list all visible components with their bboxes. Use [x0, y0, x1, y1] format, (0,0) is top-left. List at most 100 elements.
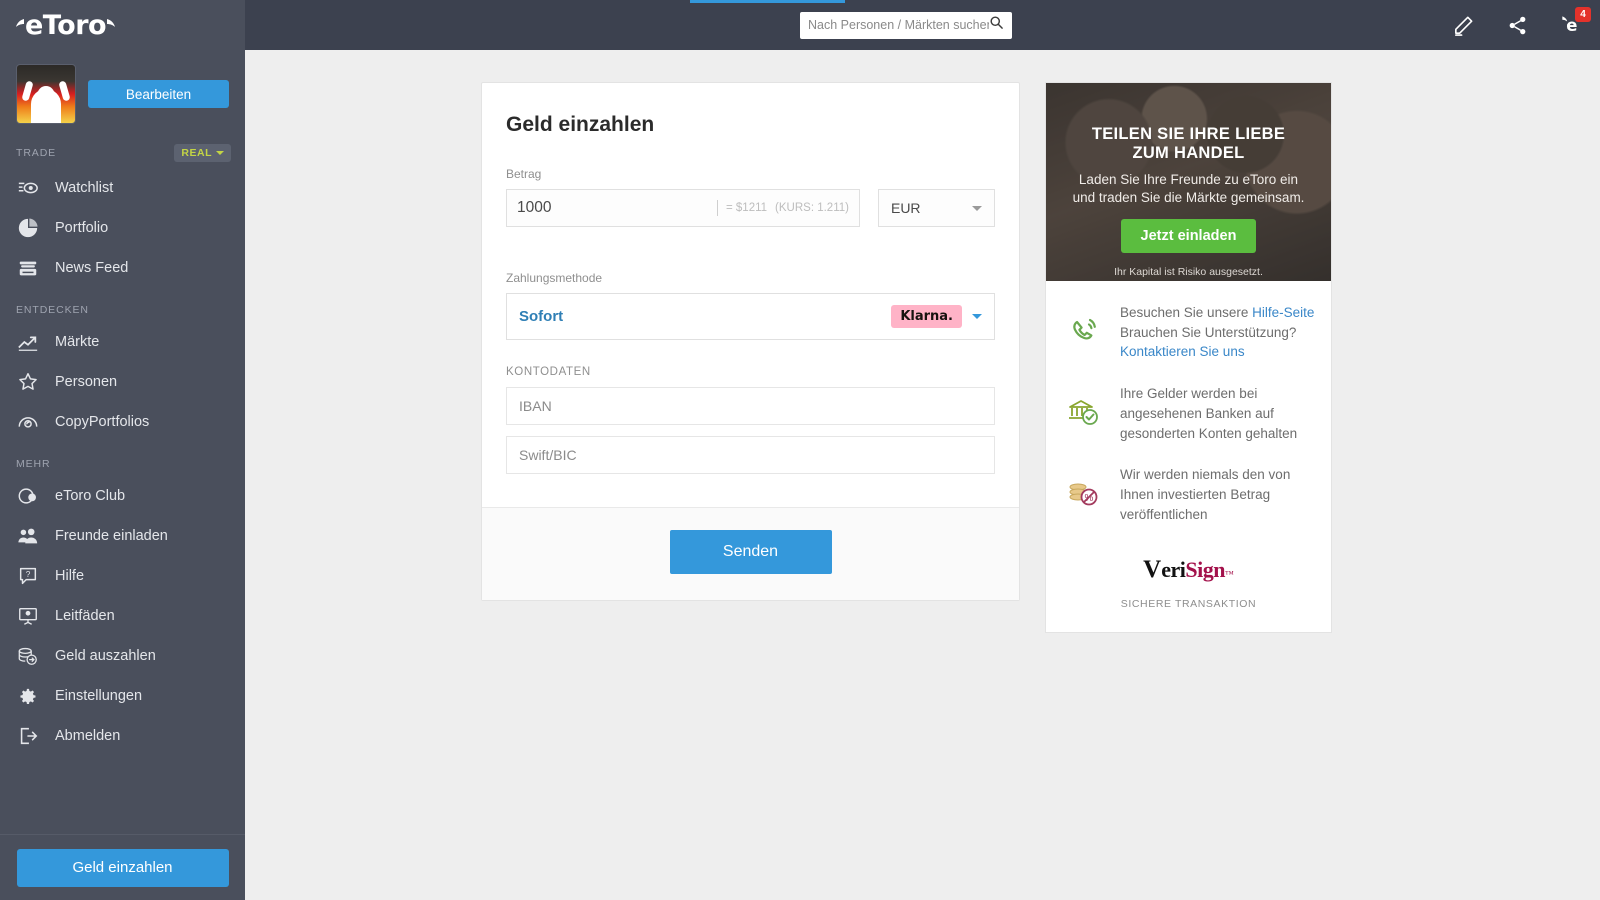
- sidebar-item-settings[interactable]: Einstellungen: [0, 676, 245, 716]
- sidebar-item-label: Hilfe: [55, 568, 85, 584]
- promo-subtext-line1: Laden Sie Ihre Freunde zu eToro ein: [1078, 171, 1299, 187]
- invite-now-button[interactable]: Jetzt einladen: [1120, 219, 1257, 254]
- bull-horn-left-icon: [16, 18, 25, 32]
- sidebar-item-label: Abmelden: [55, 728, 121, 744]
- sidebar-item-news-feed[interactable]: News Feed: [0, 248, 245, 288]
- verisign-logo: Veri Sign ™: [1143, 556, 1234, 584]
- amount-field[interactable]: = $1211 (KURS: 1.211): [506, 189, 860, 227]
- sidebar-item-label: Märkte: [55, 334, 100, 350]
- search-box[interactable]: [800, 11, 1012, 39]
- copyportfolios-icon: [17, 411, 39, 433]
- account-mode-label: REAL: [181, 147, 212, 159]
- top-bar: e 4: [245, 0, 1600, 50]
- deposit-bar: Geld einzahlen: [0, 834, 245, 900]
- sidebar-item-label: eToro Club: [55, 488, 126, 504]
- etoro-logo-text: eToro: [25, 9, 107, 41]
- sidebar-item-label: Freunde einladen: [55, 528, 168, 544]
- sidebar-item-people[interactable]: Personen: [0, 362, 245, 402]
- funds-text: Ihre Gelder werden bei angesehenen Banke…: [1120, 386, 1298, 441]
- payment-method-label: Zahlungsmethode: [506, 271, 603, 285]
- etoro-logo[interactable]: eToro: [0, 0, 245, 50]
- edit-profile-button[interactable]: Bearbeiten: [88, 80, 229, 108]
- account-mode-badge[interactable]: REAL: [174, 144, 231, 162]
- club-icon: [17, 485, 39, 507]
- main-area: e 4 Geld einzahlen Betrag: [245, 0, 1600, 900]
- more-label: MEHR: [16, 458, 51, 470]
- swift-input[interactable]: [519, 447, 982, 463]
- side-panel: TEILEN SIE IHRE LIEBE ZUM HANDEL Laden S…: [1045, 82, 1332, 634]
- etoro-notifications-icon[interactable]: e 4: [1558, 7, 1591, 38]
- exchange-rate: (KURS: 1.211): [775, 202, 849, 214]
- sidebar-item-withdraw[interactable]: Geld auszahlen: [0, 636, 245, 676]
- news-feed-icon: [17, 257, 39, 279]
- sidebar-item-help[interactable]: ? Hilfe: [0, 556, 245, 596]
- help-icon: ?: [17, 565, 39, 587]
- support-text-pre: Besuchen Sie unsere: [1120, 305, 1253, 320]
- sidebar-item-invite-friends[interactable]: Freunde einladen: [0, 516, 245, 556]
- sidebar-item-watchlist[interactable]: Watchlist: [0, 168, 245, 208]
- sidebar-item-label: Geld auszahlen: [55, 648, 156, 664]
- share-icon[interactable]: [1504, 12, 1530, 38]
- chevron-down-icon: [972, 314, 982, 319]
- sidebar-item-etoro-club[interactable]: eToro Club: [0, 476, 245, 516]
- sidebar-item-guides[interactable]: Leitfäden: [0, 596, 245, 636]
- help-page-link[interactable]: Hilfe-Seite: [1252, 305, 1314, 320]
- support-text: Besuchen Sie unsere Hilfe-Seite Brauchen…: [1120, 303, 1315, 362]
- info-row-support: Besuchen Sie unsere Hilfe-Seite Brauchen…: [1062, 303, 1315, 362]
- guides-icon: [17, 605, 39, 627]
- amount-input[interactable]: [517, 199, 717, 217]
- payment-method-value: Sofort: [519, 308, 564, 325]
- info-list: Besuchen Sie unsere Hilfe-Seite Brauchen…: [1046, 281, 1331, 552]
- info-row-privacy: % Wir werden niemals den von Ihnen inves…: [1062, 465, 1315, 524]
- iban-field[interactable]: [506, 387, 995, 425]
- discover-label: ENTDECKEN: [16, 304, 89, 316]
- sidebar-item-copyportfolios[interactable]: CopyPortfolios: [0, 402, 245, 442]
- promo-banner[interactable]: TEILEN SIE IHRE LIEBE ZUM HANDEL Laden S…: [1046, 83, 1331, 281]
- sidebar-item-portfolio[interactable]: Portfolio: [0, 208, 245, 248]
- divider: [717, 200, 718, 216]
- privacy-text: Wir werden niemals den von Ihnen investi…: [1120, 467, 1291, 522]
- deposit-card-body: Geld einzahlen Betrag = $1211 (KURS: 1.2…: [482, 83, 1019, 507]
- conversion-hint: = $1211 (KURS: 1.211): [717, 200, 849, 216]
- logout-icon: [17, 725, 39, 747]
- account-details-label: KONTODATEN: [506, 366, 591, 378]
- verisign-check-v: V: [1143, 556, 1162, 584]
- klarna-logo: Klarna.: [891, 305, 962, 328]
- etoro-deposit-page: eToro Bearbeiten TRADE REAL Watchlist Po…: [0, 0, 1600, 900]
- sidebar-item-logout[interactable]: Abmelden: [0, 716, 245, 756]
- risk-disclaimer: Ihr Kapital ist Risiko ausgesetzt.: [1114, 266, 1263, 279]
- info-row-funds: Ihre Gelder werden bei angesehenen Banke…: [1062, 384, 1315, 443]
- people-star-icon: [17, 371, 39, 393]
- submit-button[interactable]: Senden: [669, 530, 832, 574]
- bull-horn-right-icon: [106, 18, 116, 32]
- support-text-mid: Brauchen Sie Unterstützung?: [1120, 324, 1297, 340]
- content-area: Geld einzahlen Betrag = $1211 (KURS: 1.2…: [245, 50, 1600, 634]
- verisign-block: Veri Sign ™ SICHERE TRANSAKTION: [1046, 552, 1331, 632]
- contact-us-link[interactable]: Kontaktieren Sie uns: [1120, 344, 1245, 359]
- page-title: Geld einzahlen: [506, 113, 655, 136]
- svg-text:?: ?: [26, 570, 31, 579]
- avatar[interactable]: [16, 64, 76, 124]
- swift-field[interactable]: [506, 436, 995, 474]
- verisign-trademark: ™: [1224, 569, 1234, 580]
- gear-icon: [17, 685, 39, 707]
- promo-headline: TEILEN SIE IHRE LIEBE ZUM HANDEL: [1092, 125, 1285, 164]
- search-input[interactable]: [808, 18, 989, 32]
- verisign-eri: eri: [1161, 557, 1186, 583]
- sidebar-item-markets[interactable]: Märkte: [0, 322, 245, 362]
- deposit-button[interactable]: Geld einzahlen: [16, 848, 229, 887]
- search-icon[interactable]: [989, 15, 1004, 35]
- currency-select[interactable]: EUR: [877, 189, 995, 227]
- iban-input[interactable]: [519, 398, 982, 414]
- payment-method-select[interactable]: Sofort Klarna.: [506, 293, 995, 340]
- invite-friends-icon: [17, 525, 39, 547]
- withdraw-icon: [17, 645, 39, 667]
- pencil-icon[interactable]: [1450, 12, 1476, 38]
- promo-subtext-line2: und traden Sie die Märkte gemeinsam.: [1072, 190, 1305, 206]
- phone-icon: [1062, 303, 1106, 347]
- avatar-body: [31, 89, 61, 123]
- promo-subtext: Laden Sie Ihre Freunde zu eToro ein und …: [1065, 171, 1313, 207]
- trade-label: TRADE: [16, 147, 57, 159]
- chevron-down-icon: [972, 205, 982, 211]
- sidebar-item-label: Leitfäden: [55, 608, 115, 624]
